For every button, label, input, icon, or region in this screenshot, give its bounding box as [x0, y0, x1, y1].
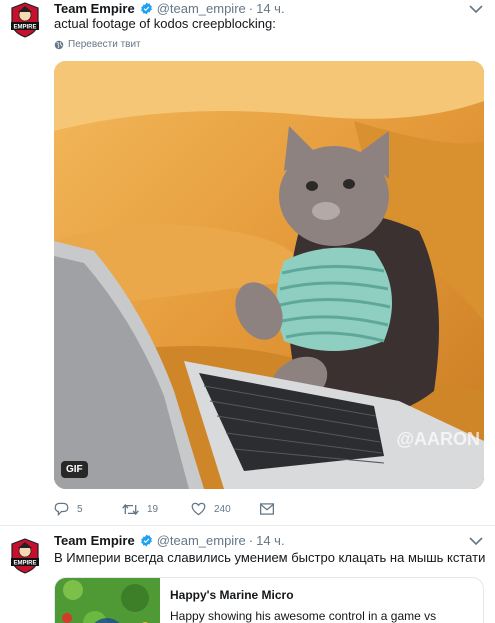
separator-dot: · — [248, 0, 254, 16]
card-title: Happy's Marine Micro — [170, 588, 294, 602]
gif-badge: GIF — [61, 461, 88, 478]
reply-button[interactable]: 5 — [54, 501, 83, 517]
chevron-down-icon[interactable] — [469, 536, 483, 546]
tweet[interactable]: EMPIRE Team Empire @team_empire · 14 ч. … — [0, 526, 495, 623]
like-count: 240 — [214, 503, 231, 515]
like-button[interactable]: 240 — [191, 501, 231, 517]
author-name[interactable]: Team Empire — [54, 1, 135, 16]
tweet-actions: 5 19 240 — [54, 501, 314, 517]
tweet-text: actual footage of kodos creepblocking: — [54, 16, 276, 31]
like-icon — [191, 502, 206, 516]
verified-badge-icon — [140, 2, 152, 14]
author-handle[interactable]: @team_empire — [157, 533, 246, 548]
author-name[interactable]: Team Empire — [54, 533, 135, 548]
svg-text:EMPIRE: EMPIRE — [13, 25, 36, 31]
cat-typing-gif — [54, 61, 484, 489]
tweet-time[interactable]: 14 ч. — [256, 533, 284, 548]
chevron-down-icon[interactable] — [469, 4, 483, 14]
tweet-time[interactable]: 14 ч. — [256, 1, 284, 16]
direct-message-button[interactable] — [260, 501, 282, 517]
tweet[interactable]: EMPIRE Team Empire @team_empire · 14 ч. … — [0, 0, 495, 526]
reply-count: 5 — [77, 503, 83, 515]
card-description: Happy showing his awesome control in a g… — [170, 609, 437, 623]
separator-dot: · — [248, 532, 254, 548]
tweet-text: В Империи всегда славились умением быстр… — [54, 550, 486, 565]
empire-logo-avatar[interactable]: EMPIRE — [9, 2, 41, 38]
tweet-gif-media[interactable]: @AARON GIF — [54, 61, 484, 489]
tweet-header: Team Empire @team_empire · 14 ч. — [54, 0, 465, 16]
translate-label: Перевести твит — [68, 39, 141, 50]
card-thumbnail-image — [55, 578, 160, 623]
translate-tweet-link[interactable]: Перевести твит — [54, 39, 141, 50]
author-handle[interactable]: @team_empire — [157, 1, 246, 16]
card-thumbnail — [55, 578, 160, 623]
tweet-header: Team Empire @team_empire · 14 ч. — [54, 532, 465, 548]
reply-icon — [54, 502, 69, 516]
retweet-button[interactable]: 19 — [122, 501, 158, 517]
dm-icon — [260, 503, 274, 515]
svg-text:EMPIRE: EMPIRE — [13, 561, 36, 567]
globe-icon — [54, 40, 64, 49]
retweet-count: 19 — [147, 503, 159, 515]
link-card[interactable]: Happy's Marine Micro Happy showing his a… — [54, 577, 484, 623]
gif-watermark: @AARON — [396, 429, 480, 449]
verified-badge-icon — [140, 534, 152, 546]
empire-logo-avatar[interactable]: EMPIRE — [9, 538, 41, 574]
retweet-icon — [122, 503, 139, 515]
